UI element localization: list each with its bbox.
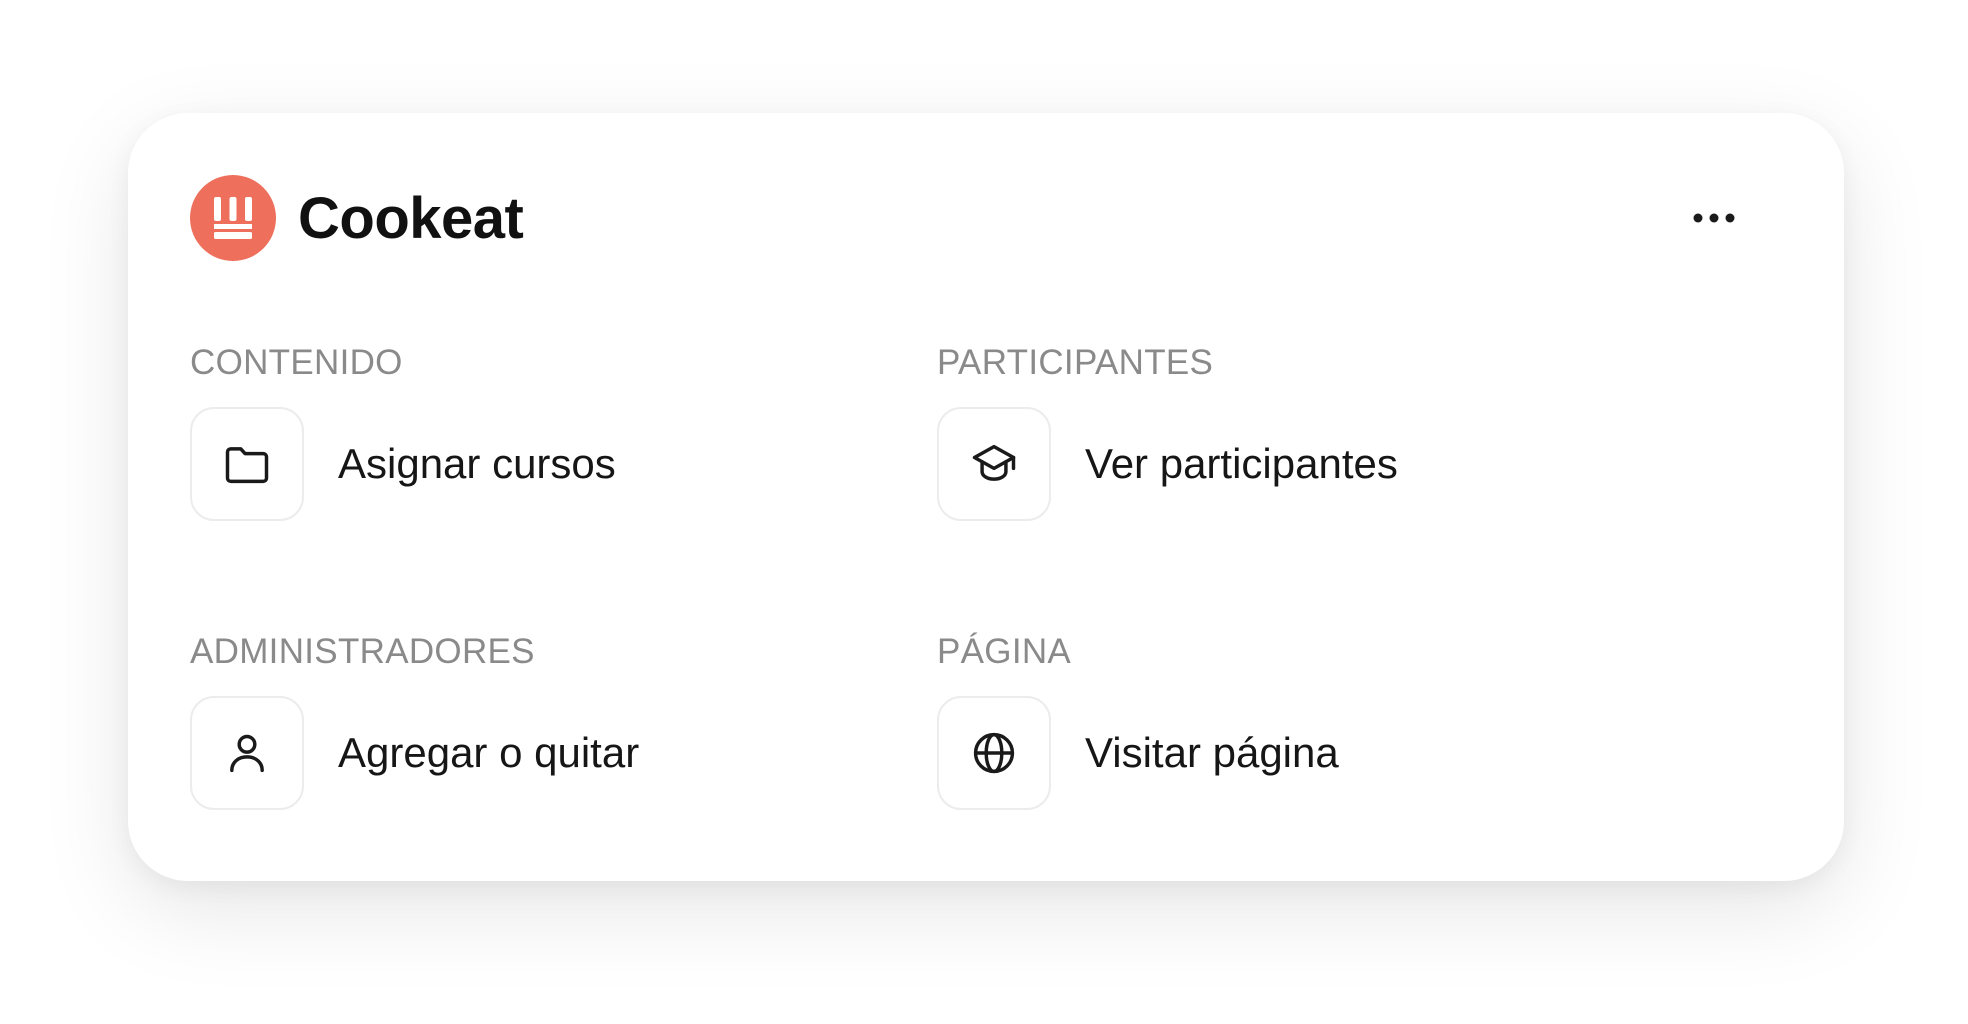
view-participants-icon-box: [937, 407, 1051, 521]
more-horizontal-icon: [1693, 213, 1735, 223]
section-title-contenido: CONTENIDO: [190, 343, 403, 382]
assign-courses-label: Asignar cursos: [338, 440, 616, 487]
workspace-card: Cookeat CONTENIDO Asignar cursos PARTICI…: [128, 113, 1844, 881]
assign-courses-button[interactable]: Asignar cursos: [190, 407, 616, 521]
section-title-participantes: PARTICIPANTES: [937, 343, 1214, 382]
add-remove-admins-button[interactable]: Agregar o quitar: [190, 696, 639, 810]
cookeat-logo-icon: [190, 175, 276, 261]
add-remove-admins-icon-box: [190, 696, 304, 810]
view-participants-button[interactable]: Ver participantes: [937, 407, 1398, 521]
view-participants-label: Ver participantes: [1085, 440, 1398, 487]
visit-page-icon-box: [937, 696, 1051, 810]
section-contenido: CONTENIDO Asignar cursos: [190, 343, 616, 521]
globe-icon: [973, 732, 1015, 774]
section-pagina: PÁGINA Visitar página: [937, 632, 1339, 810]
folder-icon: [225, 447, 269, 484]
add-remove-admins-label: Agregar o quitar: [338, 729, 640, 776]
graduation-cap-icon: [972, 444, 1016, 481]
section-administradores: ADMINISTRADORES Agregar o quitar: [190, 632, 639, 810]
section-participantes: PARTICIPANTES Ver participantes: [937, 343, 1398, 521]
visit-page-label: Visitar página: [1085, 729, 1339, 776]
brand-header: Cookeat: [190, 175, 524, 261]
assign-courses-icon-box: [190, 407, 304, 521]
more-options-button[interactable]: [1684, 193, 1744, 243]
stage: Cookeat CONTENIDO Asignar cursos PARTICI…: [0, 0, 1968, 1024]
user-icon: [230, 734, 264, 773]
visit-page-button[interactable]: Visitar página: [937, 696, 1339, 810]
brand-name: Cookeat: [298, 185, 524, 251]
section-title-pagina: PÁGINA: [937, 632, 1072, 671]
section-title-administradores: ADMINISTRADORES: [190, 632, 535, 671]
